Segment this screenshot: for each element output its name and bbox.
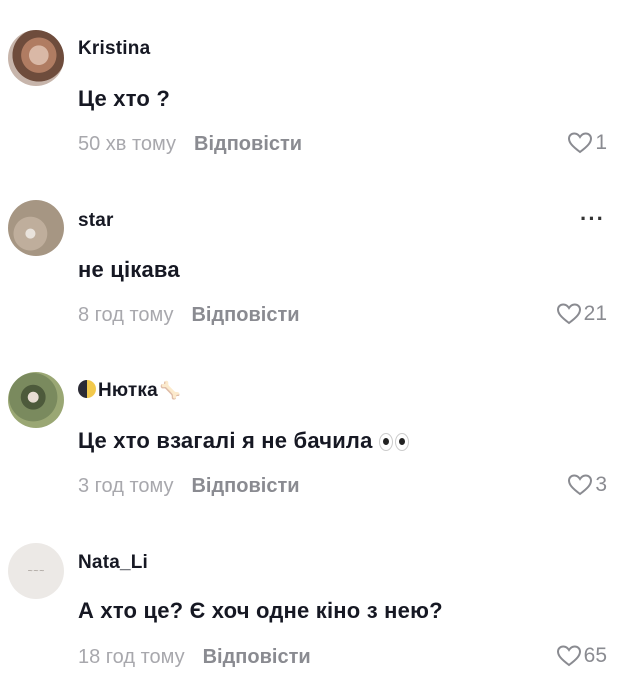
like-count: 1 [595,131,607,154]
like-button[interactable]: 1 [567,131,607,155]
comment-text: А хто це? Є хоч одне кіно з нею? [78,598,443,623]
comment-meta: 18 год тому Відповісти [78,646,311,669]
eyes-icon [378,433,409,452]
avatar[interactable] [8,30,64,86]
comment-username[interactable]: star [78,210,114,232]
like-count: 21 [583,302,607,325]
reply-button[interactable]: Відповісти [191,475,299,497]
like-count: 3 [595,473,607,496]
heart-icon [556,303,581,325]
comment-time: 3 год тому [78,475,174,497]
comment-time: 8 год тому [78,304,174,326]
comment-time: 18 год тому [78,646,185,668]
avatar[interactable] [8,200,64,256]
like-button[interactable]: 21 [556,302,607,326]
like-button[interactable]: 3 [567,473,607,497]
heart-icon [568,474,593,496]
comment-text: не цікава [78,257,180,282]
username-label: Нютка [98,380,158,401]
heart-icon [556,645,581,667]
like-button[interactable]: 65 [556,644,607,668]
comment-time: 50 хв тому [78,133,177,155]
comment-text: Це хто взагалі я не бачила [78,428,409,454]
avatar[interactable]: ~~~ [8,543,64,599]
reply-button[interactable]: Відповісти [191,304,299,326]
bone-icon: 🦴 [159,381,182,400]
signature-logo-icon: ~~~ [27,567,45,575]
comment-username[interactable]: Nata_Li [78,552,148,574]
reply-button[interactable]: Відповісти [194,133,302,155]
more-options-button[interactable]: ··· [580,208,605,230]
moon-icon [78,380,96,398]
comment-meta: 8 год тому Відповісти [78,304,300,327]
comment-username[interactable]: Нютка 🦴 [78,380,181,402]
like-count: 65 [583,644,607,667]
comment-text: Це хто ? [78,86,170,111]
comment-meta: 3 год тому Відповісти [78,475,300,498]
comment-text-label: Це хто взагалі я не бачила [78,428,373,453]
heart-icon [568,132,593,154]
reply-button[interactable]: Відповісти [203,646,311,668]
comment-meta: 50 хв тому Відповісти [78,133,302,156]
comment-username[interactable]: Kristina [78,38,150,60]
avatar[interactable] [8,372,64,428]
